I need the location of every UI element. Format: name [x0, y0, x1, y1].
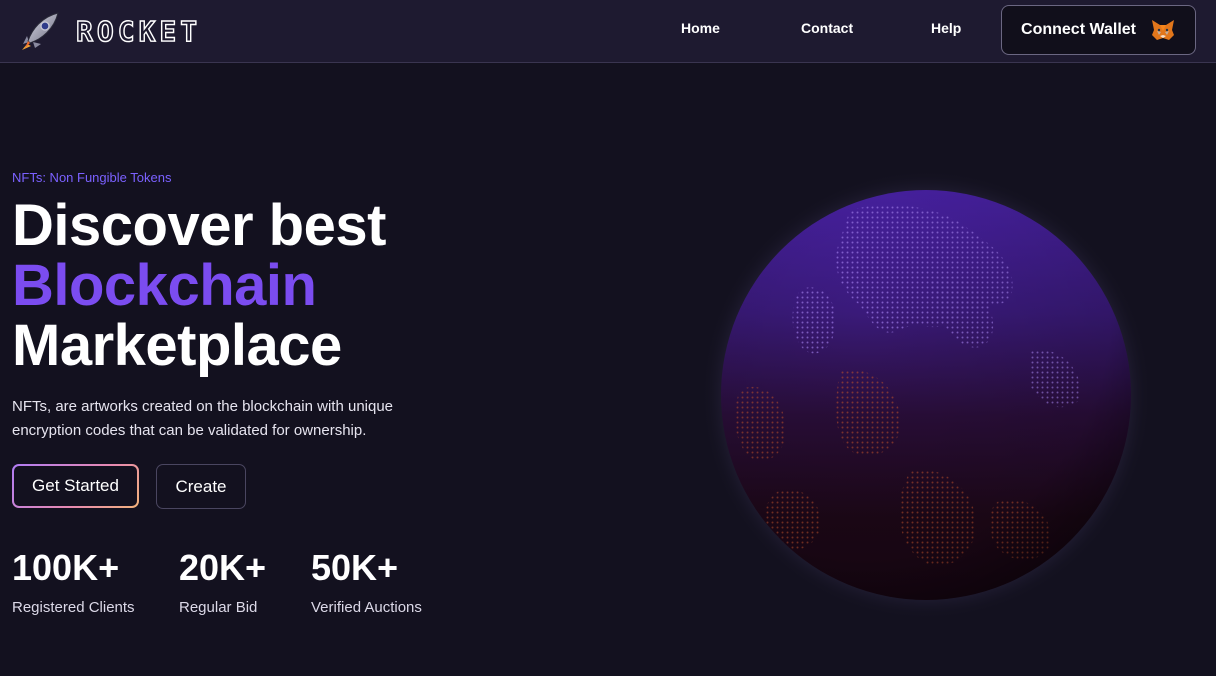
stat-value: 50K+ — [311, 547, 399, 588]
create-button[interactable]: Create — [156, 464, 246, 509]
stat-label: Regular Bid — [179, 599, 258, 616]
stat-value: 100K+ — [12, 547, 120, 588]
globe-visual — [700, 170, 1150, 620]
stat-regular-bid: 20K+ Regular Bid — [179, 545, 266, 616]
metamask-fox-icon — [1151, 20, 1174, 40]
stat-label: Verified Auctions — [311, 599, 422, 616]
brand[interactable]: ROCKET — [18, 9, 201, 53]
connect-wallet-label: Connect Wallet — [1021, 21, 1136, 38]
stat-registered-clients: 100K+ Registered Clients — [12, 545, 135, 616]
navbar: ROCKET Home Contact Help Connect Wallet — [0, 0, 1216, 63]
nav-link-contact[interactable]: Contact — [801, 20, 853, 36]
rocket-icon — [22, 12, 59, 50]
get-started-button[interactable]: Get Started — [12, 464, 139, 508]
dotted-globe-icon — [701, 170, 1150, 620]
nav-link-home[interactable]: Home — [681, 20, 720, 36]
headline-line-1: Discover best — [12, 193, 386, 258]
hero-headline: Discover best Blockchain Marketplace — [12, 196, 386, 376]
headline-line-3: Marketplace — [12, 313, 342, 378]
headline-line-2: Blockchain — [12, 253, 317, 318]
stat-verified-auctions: 50K+ Verified Auctions — [311, 545, 422, 616]
stat-label: Registered Clients — [12, 599, 135, 616]
get-started-label: Get Started — [14, 466, 137, 506]
brand-name: ROCKET — [75, 14, 202, 48]
connect-wallet-button[interactable]: Connect Wallet — [1001, 5, 1196, 55]
stat-value: 20K+ — [179, 547, 267, 588]
hero-description: NFTs, are artworks created on the blockc… — [12, 398, 394, 439]
hero-eyebrow: NFTs: Non Fungible Tokens — [12, 170, 172, 185]
nav-link-help[interactable]: Help — [931, 20, 961, 36]
